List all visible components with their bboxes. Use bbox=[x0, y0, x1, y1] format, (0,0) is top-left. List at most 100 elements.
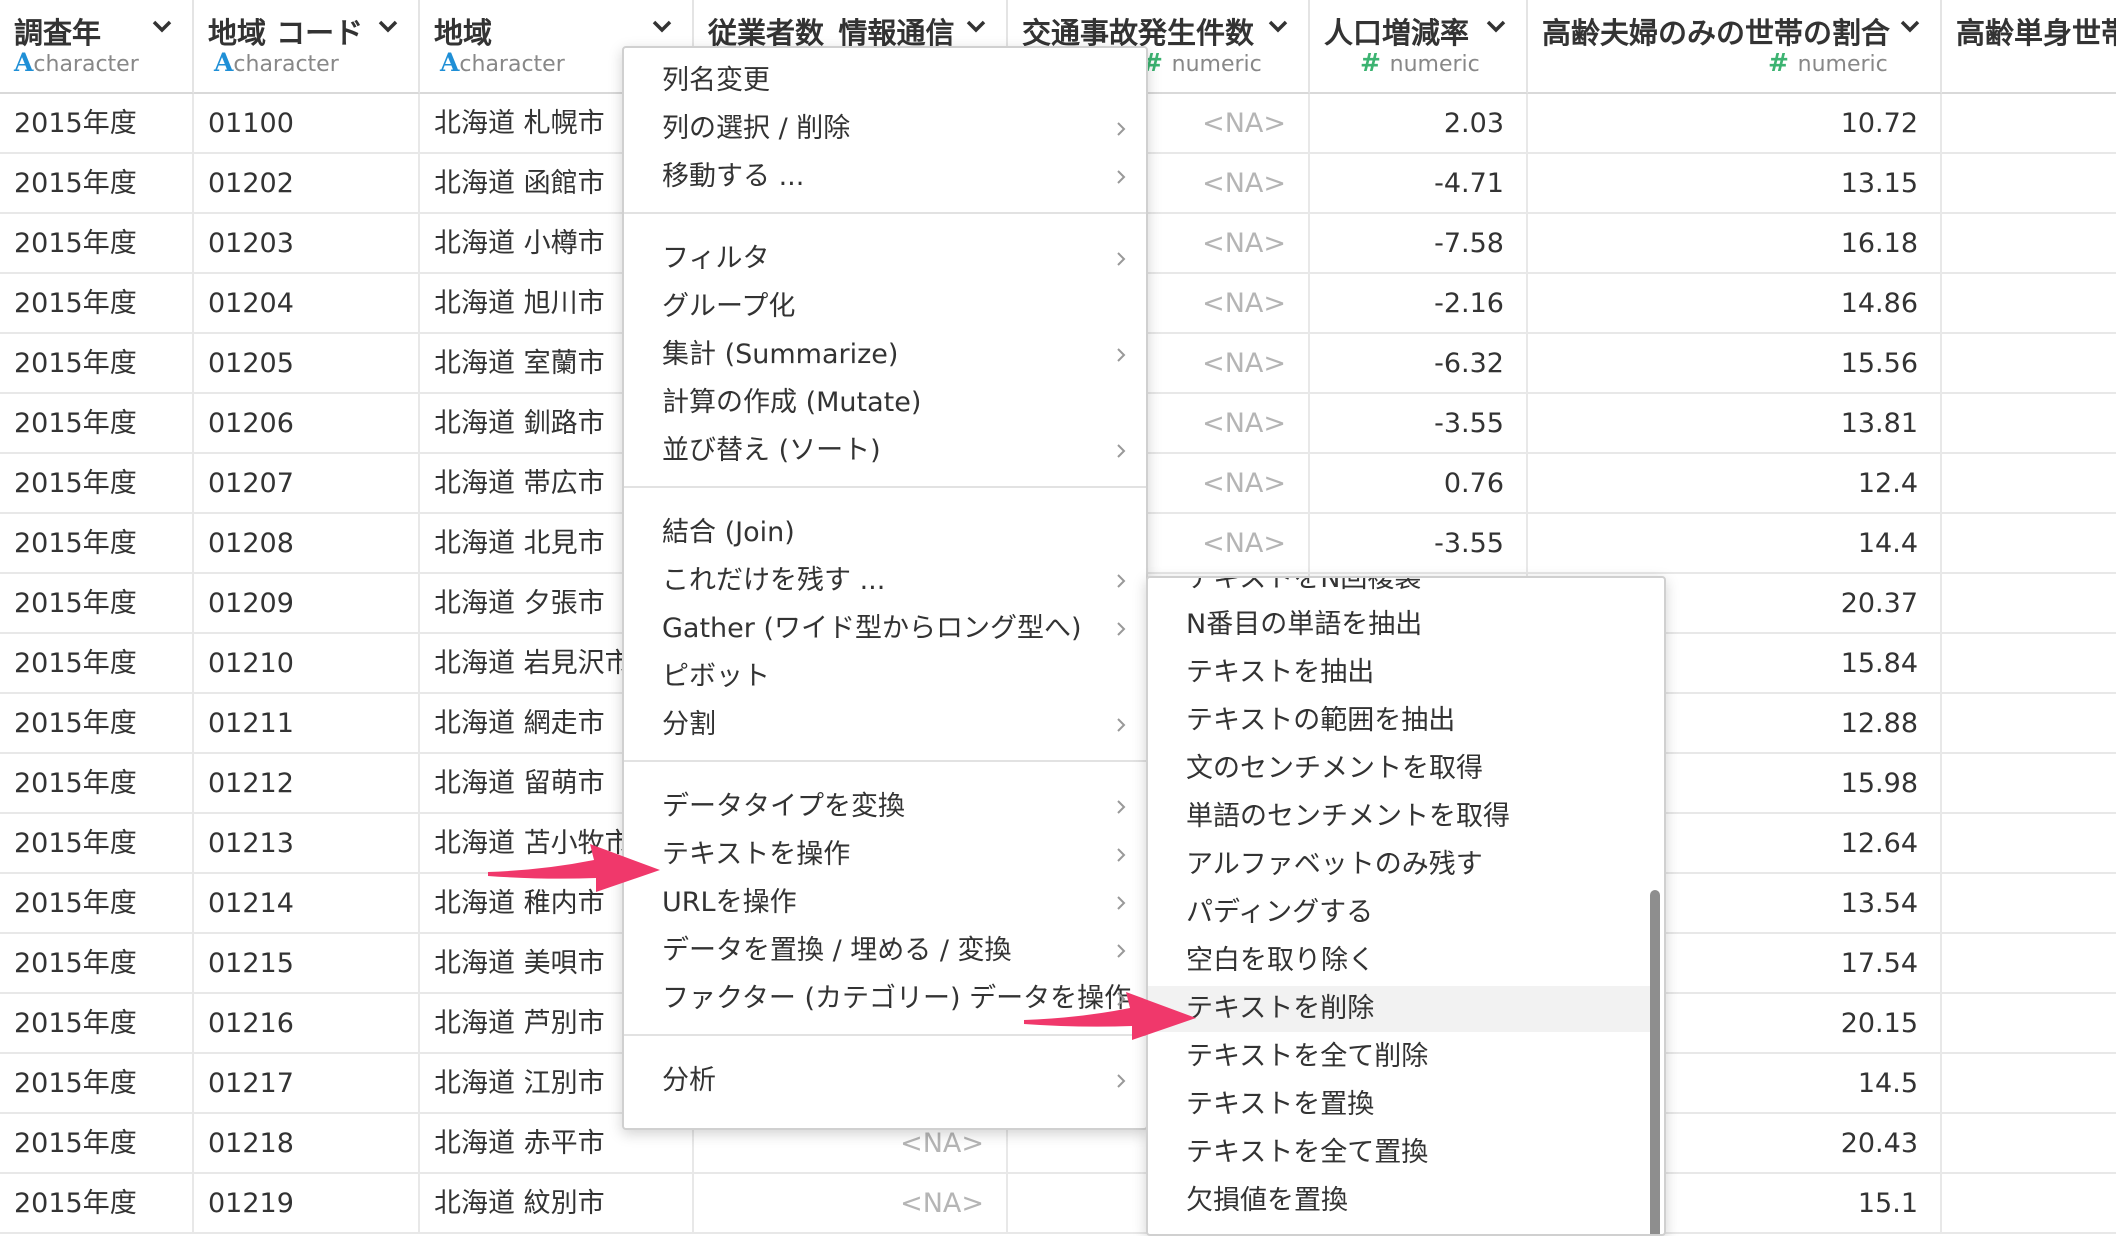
submenu-item[interactable]: 単語のセンチメントを取得 bbox=[1148, 794, 1650, 840]
table-cell[interactable]: -3.55 bbox=[1310, 514, 1528, 572]
table-cell[interactable]: 01203 bbox=[194, 214, 420, 272]
table-cell[interactable]: 2015年度 bbox=[0, 94, 194, 152]
table-cell[interactable]: 01100 bbox=[194, 94, 420, 152]
chevron-down-icon[interactable] bbox=[1266, 14, 1290, 38]
table-cell[interactable]: 2015年度 bbox=[0, 874, 194, 932]
table-cell[interactable] bbox=[1942, 394, 2116, 452]
table-cell[interactable] bbox=[1942, 514, 2116, 572]
table-cell[interactable]: 16.18 bbox=[1528, 214, 1942, 272]
menu-item[interactable]: 集計 (Summarize) bbox=[624, 332, 1146, 378]
table-cell[interactable]: 15.56 bbox=[1528, 334, 1942, 392]
table-cell[interactable]: 01209 bbox=[194, 574, 420, 632]
submenu-item[interactable]: パディングする bbox=[1148, 890, 1650, 936]
table-cell[interactable]: 01212 bbox=[194, 754, 420, 812]
table-cell[interactable]: -7.58 bbox=[1310, 214, 1528, 272]
column-header[interactable]: 人口増減率 # numeric bbox=[1310, 0, 1528, 94]
table-cell[interactable]: 13.81 bbox=[1528, 394, 1942, 452]
table-cell[interactable]: 01210 bbox=[194, 634, 420, 692]
menu-item[interactable]: グループ化 bbox=[624, 284, 1146, 330]
menu-item[interactable]: 分析 bbox=[624, 1058, 1146, 1104]
table-cell[interactable]: 01219 bbox=[194, 1174, 420, 1232]
table-cell[interactable]: 0.76 bbox=[1310, 454, 1528, 512]
table-cell[interactable] bbox=[1942, 874, 2116, 932]
table-cell[interactable]: 2015年度 bbox=[0, 754, 194, 812]
menu-item[interactable]: 結合 (Join) bbox=[624, 510, 1146, 556]
table-cell[interactable]: 2015年度 bbox=[0, 574, 194, 632]
table-cell[interactable]: 2015年度 bbox=[0, 814, 194, 872]
submenu-item[interactable]: 文のセンチメントを取得 bbox=[1148, 746, 1650, 792]
table-cell[interactable] bbox=[1942, 94, 2116, 152]
submenu-item-highlighted[interactable]: テキストを削除 bbox=[1148, 986, 1650, 1032]
table-cell[interactable]: 14.86 bbox=[1528, 274, 1942, 332]
submenu-item[interactable]: テキストを抽出 bbox=[1148, 650, 1650, 696]
submenu-item[interactable]: テキストを全て置換 bbox=[1148, 1130, 1650, 1176]
table-cell[interactable] bbox=[1942, 274, 2116, 332]
menu-item[interactable]: 列名変更 bbox=[624, 58, 1146, 104]
table-cell[interactable]: 2015年度 bbox=[0, 214, 194, 272]
table-cell[interactable] bbox=[1942, 334, 2116, 392]
submenu-item[interactable]: 欠損値を置換 bbox=[1148, 1178, 1650, 1224]
table-cell[interactable]: 2.03 bbox=[1310, 94, 1528, 152]
table-cell[interactable]: 2015年度 bbox=[0, 274, 194, 332]
table-cell[interactable]: 01215 bbox=[194, 934, 420, 992]
table-cell[interactable]: 01207 bbox=[194, 454, 420, 512]
table-cell[interactable]: 2015年度 bbox=[0, 1174, 194, 1232]
table-cell[interactable]: -2.16 bbox=[1310, 274, 1528, 332]
submenu-item[interactable]: N番目の単語を抽出 bbox=[1148, 602, 1650, 648]
table-cell[interactable]: 10.72 bbox=[1528, 94, 1942, 152]
menu-item[interactable]: これだけを残す ... bbox=[624, 558, 1146, 604]
submenu-item[interactable]: テキストをN回複製 bbox=[1148, 578, 1650, 602]
table-cell[interactable]: 01217 bbox=[194, 1054, 420, 1112]
table-cell[interactable] bbox=[1942, 1114, 2116, 1172]
table-cell[interactable]: 北海道 紋別市 bbox=[420, 1174, 694, 1232]
column-header[interactable]: 地域 コード Acharacter bbox=[194, 0, 420, 94]
table-cell[interactable]: -6.32 bbox=[1310, 334, 1528, 392]
submenu-item[interactable]: 空白を取り除く bbox=[1148, 938, 1650, 984]
table-cell[interactable]: 2015年度 bbox=[0, 1114, 194, 1172]
table-row[interactable]: 2015年度 01219 北海道 紋別市 <NA> 15.1 bbox=[0, 1174, 2116, 1234]
menu-item[interactable]: 移動する ... bbox=[624, 154, 1146, 200]
table-cell[interactable]: -3.55 bbox=[1310, 394, 1528, 452]
chevron-down-icon[interactable] bbox=[150, 14, 174, 38]
menu-item[interactable]: URLを操作 bbox=[624, 880, 1146, 926]
table-cell[interactable]: 2015年度 bbox=[0, 934, 194, 992]
menu-item[interactable]: データタイプを変換 bbox=[624, 784, 1146, 830]
table-cell[interactable]: 01214 bbox=[194, 874, 420, 932]
table-cell[interactable] bbox=[1942, 154, 2116, 212]
table-cell[interactable]: 13.15 bbox=[1528, 154, 1942, 212]
table-cell[interactable]: 2015年度 bbox=[0, 1054, 194, 1112]
submenu-item[interactable]: テキストを全て削除 bbox=[1148, 1034, 1650, 1080]
menu-item[interactable]: 列の選択 / 削除 bbox=[624, 106, 1146, 152]
chevron-down-icon[interactable] bbox=[1484, 14, 1508, 38]
chevron-down-icon[interactable] bbox=[1898, 14, 1922, 38]
table-cell[interactable]: 2015年度 bbox=[0, 994, 194, 1052]
submenu-item[interactable]: アルファベットのみ残す bbox=[1148, 842, 1650, 888]
table-cell[interactable] bbox=[1942, 574, 2116, 632]
table-cell[interactable]: 2015年度 bbox=[0, 394, 194, 452]
table-cell[interactable]: 01218 bbox=[194, 1114, 420, 1172]
table-cell[interactable]: 01208 bbox=[194, 514, 420, 572]
table-cell[interactable]: 2015年度 bbox=[0, 454, 194, 512]
table-cell[interactable] bbox=[1942, 454, 2116, 512]
table-cell[interactable]: 01204 bbox=[194, 274, 420, 332]
table-cell[interactable] bbox=[1942, 1174, 2116, 1232]
menu-item[interactable]: フィルタ bbox=[624, 236, 1146, 282]
chevron-down-icon[interactable] bbox=[650, 14, 674, 38]
menu-item[interactable]: 計算の作成 (Mutate) bbox=[624, 380, 1146, 426]
column-header[interactable]: 高齢夫婦のみの世帯の割合 # numeric bbox=[1528, 0, 1942, 94]
table-cell[interactable]: 01213 bbox=[194, 814, 420, 872]
table-cell[interactable] bbox=[1942, 934, 2116, 992]
menu-item[interactable]: Gather (ワイド型からロング型へ) bbox=[624, 606, 1146, 652]
submenu-item[interactable]: テキストを置換 bbox=[1148, 1082, 1650, 1128]
table-cell[interactable]: 2015年度 bbox=[0, 514, 194, 572]
table-cell[interactable]: 01206 bbox=[194, 394, 420, 452]
table-cell[interactable]: 14.4 bbox=[1528, 514, 1942, 572]
table-cell[interactable]: 2015年度 bbox=[0, 694, 194, 752]
menu-item[interactable]: 並び替え (ソート) bbox=[624, 428, 1146, 474]
chevron-down-icon[interactable] bbox=[376, 14, 400, 38]
column-header[interactable]: 調査年 Acharacter bbox=[0, 0, 194, 94]
table-cell[interactable]: 2015年度 bbox=[0, 154, 194, 212]
table-cell[interactable]: -4.71 bbox=[1310, 154, 1528, 212]
menu-item[interactable]: 分割 bbox=[624, 702, 1146, 748]
table-cell[interactable]: 01205 bbox=[194, 334, 420, 392]
